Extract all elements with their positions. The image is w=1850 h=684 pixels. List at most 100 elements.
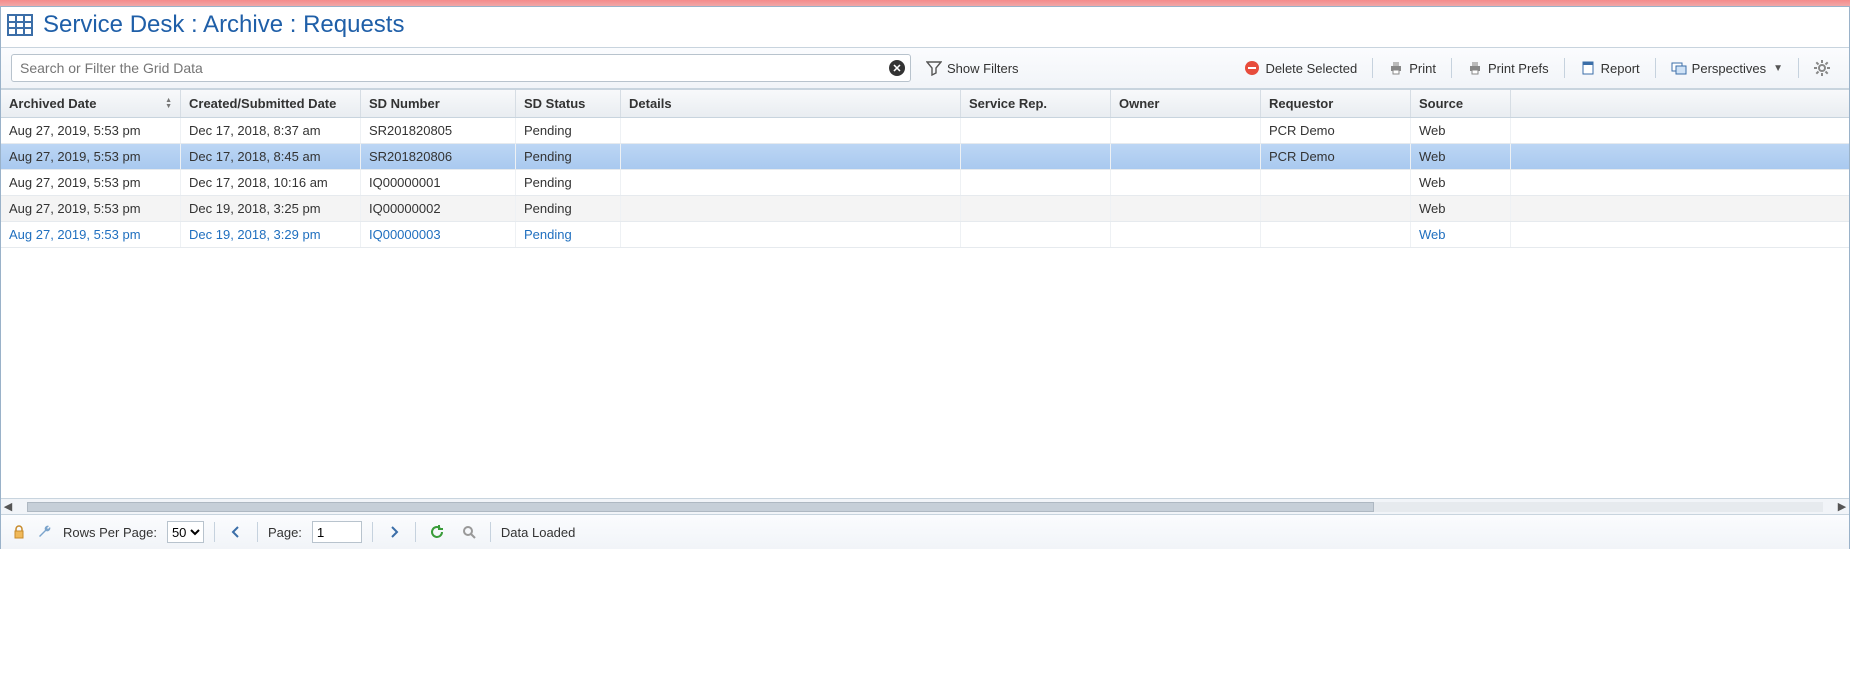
cell-owner — [1111, 196, 1261, 221]
cell-requestor — [1261, 222, 1411, 247]
col-sd-status[interactable]: SD Status — [516, 90, 621, 117]
cell-archived: Aug 27, 2019, 5:53 pm — [1, 144, 181, 169]
col-sd-number[interactable]: SD Number — [361, 90, 516, 117]
separator — [1655, 58, 1656, 78]
separator — [257, 522, 258, 542]
cell-created: Dec 17, 2018, 10:16 am — [181, 170, 361, 195]
table-row[interactable]: Aug 27, 2019, 5:53 pmDec 19, 2018, 3:25 … — [1, 196, 1849, 222]
col-label: SD Number — [369, 96, 440, 111]
separator — [415, 522, 416, 542]
table-row[interactable]: Aug 27, 2019, 5:53 pmDec 17, 2018, 8:45 … — [1, 144, 1849, 170]
delete-icon — [1244, 60, 1260, 76]
rows-per-page-select[interactable]: 50 — [167, 521, 204, 543]
separator — [1372, 58, 1373, 78]
cell-requestor: PCR Demo — [1261, 144, 1411, 169]
search-input[interactable] — [11, 54, 911, 82]
col-archived-date[interactable]: Archived Date ▲▼ — [1, 90, 181, 117]
cell-source: Web — [1411, 170, 1511, 195]
perspectives-icon — [1671, 60, 1687, 76]
print-prefs-button[interactable]: Print Prefs — [1458, 55, 1558, 81]
search-wrap: ✕ — [11, 54, 911, 82]
grid-icon — [7, 14, 33, 36]
settings-gear-button[interactable] — [1805, 55, 1839, 81]
footer-bar: Rows Per Page: 50 Page: Data Loaded — [1, 514, 1849, 549]
filter-icon — [926, 60, 942, 76]
chevron-down-icon: ▼ — [1773, 63, 1783, 74]
col-source[interactable]: Source — [1411, 90, 1511, 117]
col-label: Service Rep. — [969, 96, 1047, 111]
cell-sd: SR201820805 — [361, 118, 516, 143]
col-details[interactable]: Details — [621, 90, 961, 117]
page-next-button[interactable] — [383, 521, 405, 543]
col-service-rep[interactable]: Service Rep. — [961, 90, 1111, 117]
cell-sd: SR201820806 — [361, 144, 516, 169]
cell-details — [621, 196, 961, 221]
sort-indicator-icon: ▲▼ — [165, 98, 172, 110]
grid-header: Archived Date ▲▼ Created/Submitted Date … — [1, 90, 1849, 118]
print-button[interactable]: Print — [1379, 55, 1445, 81]
separator — [214, 522, 215, 542]
col-created[interactable]: Created/Submitted Date — [181, 90, 361, 117]
separator — [1451, 58, 1452, 78]
cell-archived: Aug 27, 2019, 5:53 pm — [1, 222, 181, 247]
cell-created: Dec 17, 2018, 8:37 am — [181, 118, 361, 143]
cell-source: Web — [1411, 222, 1511, 247]
cell-rep — [961, 222, 1111, 247]
cell-sd: IQ00000002 — [361, 196, 516, 221]
cell-created: Dec 19, 2018, 3:25 pm — [181, 196, 361, 221]
show-filters-label: Show Filters — [947, 61, 1019, 76]
col-label: SD Status — [524, 96, 585, 111]
perspectives-button[interactable]: Perspectives ▼ — [1662, 55, 1792, 81]
horizontal-scrollbar[interactable]: ◀ ▶ — [1, 498, 1849, 514]
wrench-icon[interactable] — [37, 524, 53, 540]
cell-source: Web — [1411, 196, 1511, 221]
cell-source: Web — [1411, 144, 1511, 169]
cell-archived: Aug 27, 2019, 5:53 pm — [1, 118, 181, 143]
print-icon — [1388, 60, 1404, 76]
page-prev-button[interactable] — [225, 521, 247, 543]
cell-owner — [1111, 222, 1261, 247]
show-filters-button[interactable]: Show Filters — [917, 55, 1028, 81]
table-row[interactable]: Aug 27, 2019, 5:53 pmDec 17, 2018, 8:37 … — [1, 118, 1849, 144]
cell-created: Dec 17, 2018, 8:45 am — [181, 144, 361, 169]
cell-rep — [961, 196, 1111, 221]
delete-selected-button[interactable]: Delete Selected — [1235, 55, 1366, 81]
grid-body[interactable]: Aug 27, 2019, 5:53 pmDec 17, 2018, 8:37 … — [1, 118, 1849, 498]
table-row[interactable]: Aug 27, 2019, 5:53 pmDec 17, 2018, 10:16… — [1, 170, 1849, 196]
lock-icon[interactable] — [11, 524, 27, 540]
col-owner[interactable]: Owner — [1111, 90, 1261, 117]
separator — [372, 522, 373, 542]
cell-status: Pending — [516, 222, 621, 247]
cell-status: Pending — [516, 118, 621, 143]
cell-sd: IQ00000003 — [361, 222, 516, 247]
cell-details — [621, 170, 961, 195]
report-icon — [1580, 60, 1596, 76]
cell-status: Pending — [516, 170, 621, 195]
clear-search-icon[interactable]: ✕ — [889, 60, 905, 76]
table-row[interactable]: Aug 27, 2019, 5:53 pmDec 19, 2018, 3:29 … — [1, 222, 1849, 248]
refresh-button[interactable] — [426, 521, 448, 543]
report-label: Report — [1601, 61, 1640, 76]
col-label: Requestor — [1269, 96, 1333, 111]
page-label: Page: — [268, 525, 302, 540]
col-label: Source — [1419, 96, 1463, 111]
report-button[interactable]: Report — [1571, 55, 1649, 81]
gear-icon — [1814, 60, 1830, 76]
page-input[interactable] — [312, 521, 362, 543]
cell-source: Web — [1411, 118, 1511, 143]
col-label: Archived Date — [9, 96, 96, 111]
scroll-thumb[interactable] — [27, 502, 1374, 512]
print-prefs-label: Print Prefs — [1488, 61, 1549, 76]
scroll-right-icon[interactable]: ▶ — [1835, 500, 1849, 513]
scroll-track[interactable] — [27, 502, 1823, 512]
col-requestor[interactable]: Requestor — [1261, 90, 1411, 117]
cell-sd: IQ00000001 — [361, 170, 516, 195]
scroll-left-icon[interactable]: ◀ — [1, 500, 15, 513]
cell-created: Dec 19, 2018, 3:29 pm — [181, 222, 361, 247]
page-title: Service Desk : Archive : Requests — [43, 11, 404, 39]
zoom-button[interactable] — [458, 521, 480, 543]
col-label: Created/Submitted Date — [189, 96, 336, 111]
cell-archived: Aug 27, 2019, 5:53 pm — [1, 170, 181, 195]
status-text: Data Loaded — [501, 525, 575, 540]
separator — [490, 522, 491, 542]
